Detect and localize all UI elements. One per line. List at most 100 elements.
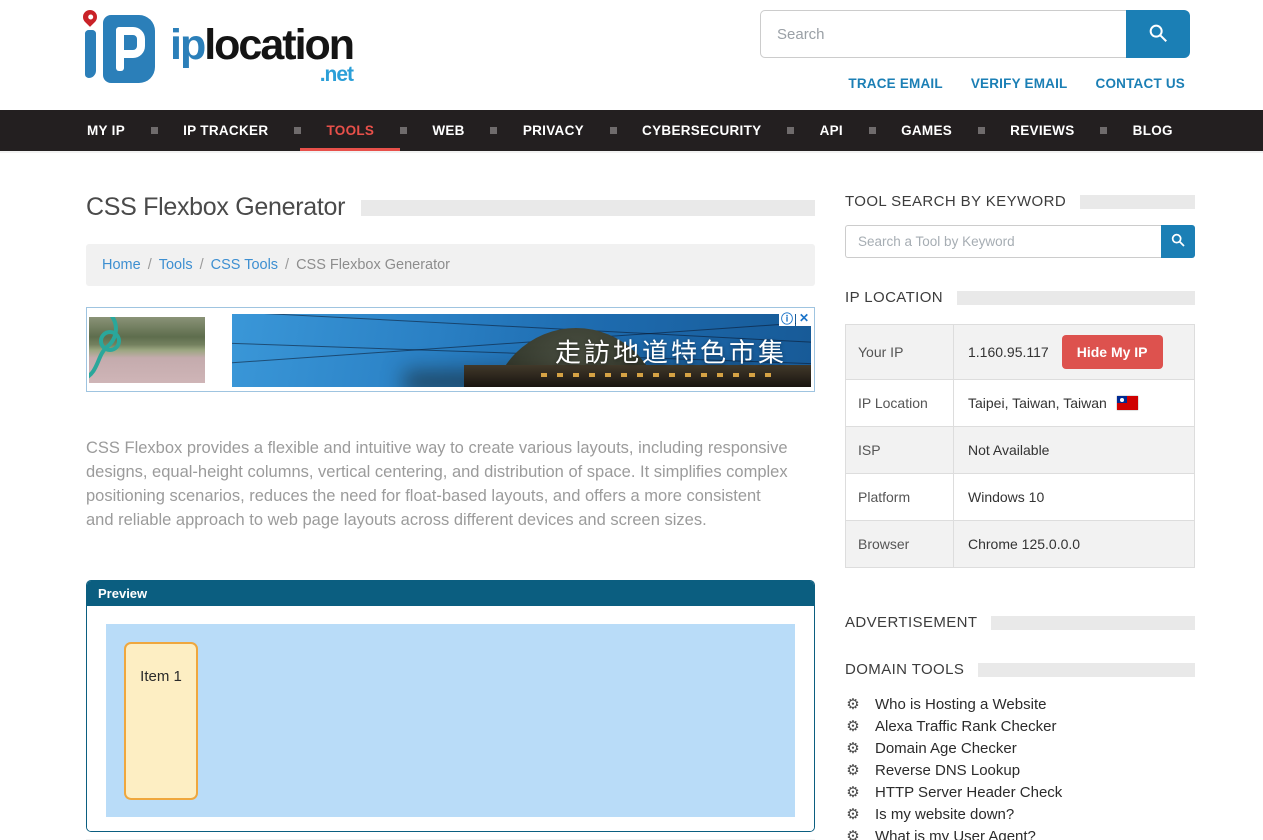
trace-email-link[interactable]: TRACE EMAIL (848, 76, 942, 91)
gear-icon: ⚙ (845, 694, 861, 716)
gear-icon: ⚙ (845, 760, 861, 782)
main-area: CSS Flexbox Generator Home / Tools / CSS Too… (0, 153, 1263, 840)
ip-row-label: ISP (846, 427, 954, 474)
breadcrumb: Home/Tools/CSS Tools/CSS Flexbox Generat… (86, 244, 815, 286)
tool-search-heading: TOOL SEARCH BY KEYWORD (845, 193, 1066, 210)
nav-separator (787, 127, 794, 134)
domain-tool-link-http-header[interactable]: ⚙ HTTP Server Header Check (845, 782, 1195, 804)
nav-item-privacy[interactable]: PRIVACY (523, 110, 584, 151)
ad-image-right[interactable]: 走訪地道特色市集 (232, 314, 811, 387)
domain-tools-list: ⚙ Who is Hosting a Website ⚙ Alexa Traff… (845, 694, 1195, 840)
logo-pin-mark-icon (76, 8, 164, 90)
ip-location-table: Your IP 1.160.95.117 Hide My IP IP Locat… (845, 324, 1195, 568)
isp-value: Not Available (954, 427, 1195, 474)
sidebar: TOOL SEARCH BY KEYWORD IP LOCATION Your … (845, 153, 1195, 840)
gear-icon: ⚙ (845, 738, 861, 760)
table-row: Browser Chrome 125.0.0.0 (846, 521, 1195, 568)
header-search (760, 10, 1190, 58)
site-header: iplocation .net TRACE EMAIL VERIFY EMAIL… (0, 0, 1263, 110)
header-links: TRACE EMAIL VERIFY EMAIL CONTACT US (848, 76, 1185, 91)
domain-tool-label: Who is Hosting a Website (875, 694, 1046, 716)
main-nav: MY IP IP TRACKER TOOLS WEB PRIVACY CYBER… (0, 110, 1263, 153)
breadcrumb-tools[interactable]: Tools (159, 257, 193, 273)
domain-tool-link-alexa-rank[interactable]: ⚙ Alexa Traffic Rank Checker (845, 716, 1195, 738)
tool-search-input[interactable] (845, 225, 1161, 258)
preview-panel: Preview Item 1 (86, 580, 815, 832)
table-row: ISP Not Available (846, 427, 1195, 474)
breadcrumb-home[interactable]: Home (102, 257, 141, 273)
header-search-input[interactable] (760, 10, 1126, 58)
breadcrumb-css-tools[interactable]: CSS Tools (211, 257, 278, 273)
flexbox-preview-container: Item 1 (106, 624, 795, 817)
nav-item-api[interactable]: API (820, 110, 843, 151)
location-pin-icon (80, 7, 100, 27)
nav-item-blog[interactable]: BLOG (1133, 110, 1173, 151)
domain-tool-link-hosting[interactable]: ⚙ Who is Hosting a Website (845, 694, 1195, 716)
nav-separator (978, 127, 985, 134)
site-logo[interactable]: iplocation .net (76, 8, 353, 90)
search-icon (1147, 22, 1169, 47)
domain-tool-label: Domain Age Checker (875, 738, 1017, 760)
breadcrumb-separator: / (200, 257, 204, 273)
nav-separator (610, 127, 617, 134)
nav-separator (151, 127, 158, 134)
ip-row-label: IP Location (846, 380, 954, 427)
gear-icon: ⚙ (845, 782, 861, 804)
logo-text-location: location (204, 21, 353, 69)
ad-image-left[interactable] (89, 317, 205, 383)
heading-decor-bar (978, 663, 1195, 677)
breadcrumb-separator: / (285, 257, 289, 273)
logo-wordmark: iplocation .net (170, 24, 353, 90)
ad-close-icon[interactable]: ✕ (796, 310, 812, 326)
ad-banner: 走訪地道特色市集 ⓘ ✕ (86, 307, 815, 392)
domain-tool-link-reverse-dns[interactable]: ⚙ Reverse DNS Lookup (845, 760, 1195, 782)
title-decor-bar (361, 200, 815, 216)
domain-tool-link-domain-age[interactable]: ⚙ Domain Age Checker (845, 738, 1195, 760)
breadcrumb-current: CSS Flexbox Generator (296, 257, 450, 273)
domain-tool-link-website-down[interactable]: ⚙ Is my website down? (845, 804, 1195, 826)
table-row: Your IP 1.160.95.117 Hide My IP (846, 325, 1195, 380)
domain-tool-link-user-agent[interactable]: ⚙ What is my User Agent? (845, 826, 1195, 840)
contact-us-link[interactable]: CONTACT US (1096, 76, 1186, 91)
nav-item-my-ip[interactable]: MY IP (87, 110, 125, 151)
gear-icon: ⚙ (845, 716, 861, 738)
nav-item-tools[interactable]: TOOLS (326, 110, 374, 151)
ip-row-label: Browser (846, 521, 954, 568)
taiwan-flag-icon (1117, 396, 1138, 410)
gear-icon: ⚙ (845, 804, 861, 826)
nav-item-web[interactable]: WEB (432, 110, 464, 151)
heading-decor-bar (991, 616, 1195, 630)
table-row: IP Location Taipei, Taiwan, Taiwan (846, 380, 1195, 427)
logo-i-stem (85, 30, 96, 78)
domain-tool-label: HTTP Server Header Check (875, 782, 1062, 804)
nav-item-games[interactable]: GAMES (901, 110, 952, 151)
verify-email-link[interactable]: VERIFY EMAIL (971, 76, 1068, 91)
domain-tool-label: Reverse DNS Lookup (875, 760, 1020, 782)
advertisement-heading: ADVERTISEMENT (845, 614, 977, 631)
ip-location-heading: IP LOCATION (845, 289, 943, 306)
ip-location-value: Taipei, Taiwan, Taiwan (968, 395, 1107, 411)
domain-tool-label: Alexa Traffic Rank Checker (875, 716, 1056, 738)
content-column: CSS Flexbox Generator Home / Tools / CSS Too… (86, 153, 815, 840)
hide-my-ip-button[interactable]: Hide My IP (1062, 335, 1163, 369)
nav-item-cybersecurity[interactable]: CYBERSECURITY (642, 110, 761, 151)
browser-value: Chrome 125.0.0.0 (954, 521, 1195, 568)
tool-search (845, 225, 1195, 258)
tool-search-button[interactable] (1161, 225, 1195, 258)
nav-separator (869, 127, 876, 134)
ad-info-icon[interactable]: ⓘ (779, 310, 795, 326)
domain-tool-label: Is my website down? (875, 804, 1014, 826)
ip-row-label: Platform (846, 474, 954, 521)
ad-overlay-text: 走訪地道特色市集 (555, 332, 787, 369)
ip-row-label: Your IP (846, 325, 954, 380)
domain-tool-label: What is my User Agent? (875, 826, 1036, 840)
nav-item-ip-tracker[interactable]: IP TRACKER (183, 110, 268, 151)
header-search-button[interactable] (1126, 10, 1190, 58)
logo-text-ip: ip (170, 21, 204, 69)
tool-description: CSS Flexbox provides a flexible and intu… (86, 436, 792, 532)
gear-icon: ⚙ (845, 826, 861, 840)
nav-item-reviews[interactable]: REVIEWS (1010, 110, 1074, 151)
search-icon (1170, 232, 1186, 251)
your-ip-value: 1.160.95.117 (968, 344, 1049, 360)
ad-building-lights (541, 373, 781, 377)
